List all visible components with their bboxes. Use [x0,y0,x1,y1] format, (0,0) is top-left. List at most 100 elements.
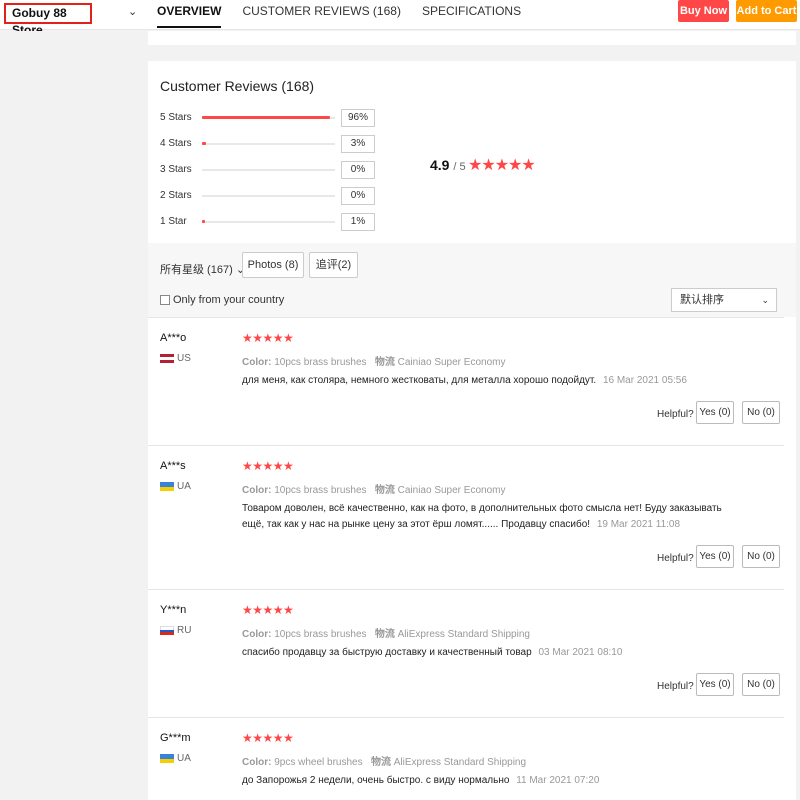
review-item: A***s UA ★★★★★ Color: 10pcs brass brushe… [148,445,784,589]
reviewer-name: Y***n [160,604,187,616]
helpful-label: Helpful? [657,409,694,420]
rating-bar-fill [202,220,205,223]
average-rating: 4.9 / 5 [430,157,466,173]
review-filters: 所有星级 (167) ⌄ Photos (8) 追评(2) Only from … [148,243,796,317]
reviewer-name: G***m [160,732,191,744]
divider [148,589,784,590]
only-country-label: Only from your country [173,294,285,306]
rating-row-5[interactable]: 5 Stars 96% [160,109,380,130]
sort-select[interactable]: 默认排序 ⌄ [671,288,777,312]
followup-filter-button[interactable]: 追评(2) [309,252,358,278]
rating-percent: 96% [341,109,375,127]
review-body: до Запорожья 2 недели, очень быстро. с в… [242,775,510,786]
flag-ua-icon [160,754,174,763]
review-meta: Color: 10pcs brass brushes 物流 AliExpress… [242,625,530,640]
color-label: Color: [242,757,272,768]
review-text: Товаром доволен, всё качественно, как на… [242,501,722,533]
review-text: до Запорожья 2 недели, очень быстро. с в… [242,773,722,789]
store-name[interactable]: Gobuy 88 Store [4,3,92,37]
rating-row-3[interactable]: 3 Stars 0% [160,161,380,182]
review-item: G***m UA ★★★★★ Color: 9pcs wheel brushes… [148,717,784,800]
rating-percent: 1% [341,213,375,231]
rating-bar [202,142,335,145]
review-meta: Color: 9pcs wheel brushes 物流 AliExpress … [242,753,526,768]
review-star-icons: ★★★★★ [242,331,294,345]
rating-row-4[interactable]: 4 Stars 3% [160,135,380,156]
color-value: 10pcs brass brushes [274,357,367,368]
review-date: 16 Mar 2021 05:56 [602,375,687,386]
flag-ru-icon [160,626,174,636]
average-value: 4.9 [430,157,450,173]
rating-bar-fill [202,142,206,145]
review-date: 11 Mar 2021 07:20 [516,775,600,786]
buy-now-button[interactable]: Buy Now [678,0,729,22]
left-sidebar [0,31,146,800]
reviewer-country: UA [177,753,191,764]
reviewer-country: RU [177,625,192,636]
reviewer-country: US [177,353,191,364]
helpful-no-button[interactable]: No (0) [742,673,780,696]
logistics-label: 物流 [374,357,395,368]
review-text: для меня, как столяра, немного жестковат… [242,373,722,389]
review-date: 03 Mar 2021 08:10 [538,647,623,658]
rating-percent: 0% [341,161,375,179]
tab-specifications[interactable]: SPECIFICATIONS [422,0,521,30]
overview-card-bottom [148,31,796,45]
color-label: Color: [242,629,272,640]
photos-filter-button[interactable]: Photos (8) [242,252,304,278]
chevron-down-icon: ⌄ [761,295,769,305]
rating-label: 5 Stars [160,112,192,123]
divider [148,317,784,318]
tab-customer-reviews[interactable]: CUSTOMER REVIEWS (168) [242,0,400,30]
review-body: спасибо продавцу за быструю доставку и к… [242,647,532,658]
rating-label: 2 Stars [160,190,192,201]
rating-label: 3 Stars [160,164,192,175]
tab-overview[interactable]: OVERVIEW [157,0,222,28]
logistics-value: AliExpress Standard Shipping [397,629,530,640]
all-ratings-filter[interactable]: 所有星级 (167) ⌄ [160,261,245,277]
review-meta: Color: 10pcs brass brushes 物流 Cainiao Su… [242,481,505,496]
logistics-value: AliExpress Standard Shipping [393,757,527,768]
divider [148,445,784,446]
tab-bar: OVERVIEW CUSTOMER REVIEWS (168) SPECIFIC… [157,0,521,30]
rating-label: 1 Star [160,216,187,227]
color-label: Color: [242,357,272,368]
rating-row-1[interactable]: 1 Star 1% [160,213,380,234]
rating-label: 4 Stars [160,138,192,149]
rating-row-2[interactable]: 2 Stars 0% [160,187,380,208]
review-star-icons: ★★★★★ [242,603,294,617]
sort-value: 默认排序 [680,294,724,306]
helpful-yes-button[interactable]: Yes (0) [696,545,734,568]
flag-ua-icon [160,482,174,491]
reviews-title: Customer Reviews (168) [160,78,315,94]
checkbox-icon[interactable] [160,295,170,305]
helpful-no-button[interactable]: No (0) [742,401,780,424]
only-country-checkbox[interactable]: Only from your country [160,294,284,306]
rating-bar [202,195,335,197]
flag-us-icon [160,354,174,363]
top-nav-bar: Gobuy 88 Store ⌄ OVERVIEW CUSTOMER REVIE… [0,0,800,37]
color-value: 10pcs brass brushes [274,629,367,640]
chevron-down-icon[interactable]: ⌄ [128,5,137,18]
logistics-label: 物流 [370,757,391,768]
rating-percent: 0% [341,187,375,205]
review-star-icons: ★★★★★ [242,459,294,473]
logistics-value: Cainiao Super Economy [397,357,506,368]
logistics-value: Cainiao Super Economy [397,485,506,496]
divider [148,717,784,718]
review-item: Y***n RU ★★★★★ Color: 10pcs brass brushe… [148,589,784,717]
rating-percent: 3% [341,135,375,153]
rating-bar-fill [202,116,330,119]
helpful-yes-button[interactable]: Yes (0) [696,673,734,696]
color-value: 9pcs wheel brushes [274,757,363,768]
logistics-label: 物流 [374,629,395,640]
review-item: A***o US ★★★★★ Color: 10pcs brass brushe… [148,317,784,445]
add-to-cart-button[interactable]: Add to Cart [736,0,797,22]
review-meta: Color: 10pcs brass brushes 物流 Cainiao Su… [242,353,505,368]
helpful-yes-button[interactable]: Yes (0) [696,401,734,424]
review-text: спасибо продавцу за быструю доставку и к… [242,645,722,661]
helpful-no-button[interactable]: No (0) [742,545,780,568]
average-star-icons: ★★★★★ [468,157,536,174]
customer-reviews-card: Customer Reviews (168) 5 Stars 96% 4 Sta… [148,61,796,800]
rating-bar [202,220,335,223]
